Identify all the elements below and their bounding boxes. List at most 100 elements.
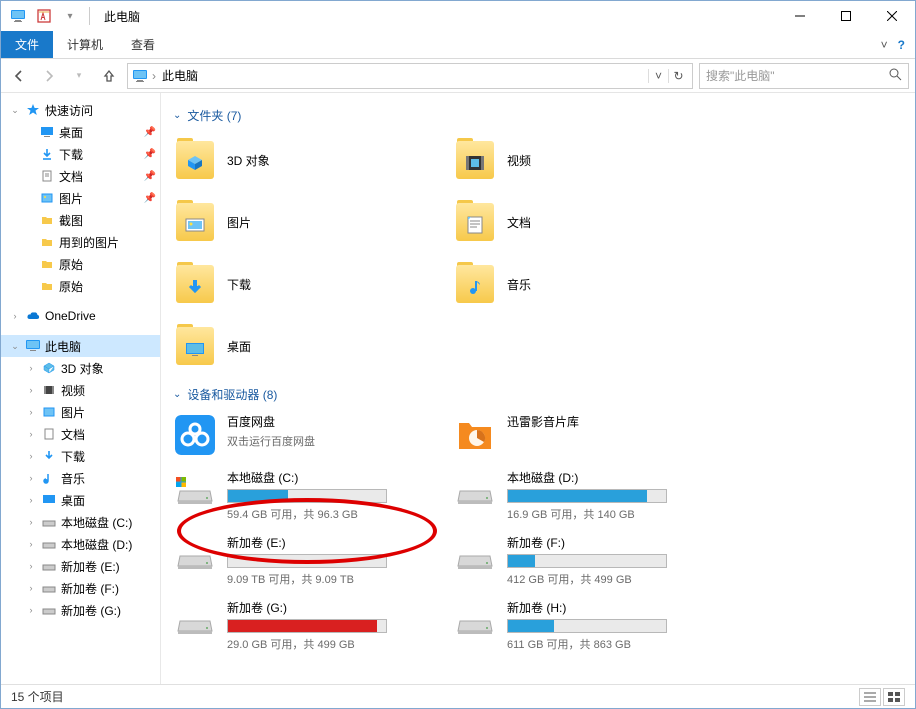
folder-item[interactable]: 3D 对象 [173, 134, 433, 186]
folder-icon [173, 138, 217, 182]
drive-free-text: 611 GB 可用，共 863 GB [507, 636, 667, 652]
drive-free-text: 29.0 GB 可用，共 499 GB [227, 636, 387, 652]
file-tab[interactable]: 文件 [1, 31, 53, 58]
tree-desktop[interactable]: 桌面📌 [1, 121, 160, 143]
drive-icon [453, 534, 497, 578]
drive-item[interactable]: 新加卷 (F:)412 GB 可用，共 499 GB [453, 534, 713, 587]
help-icon[interactable]: ? [898, 38, 905, 52]
folder-name: 图片 [227, 214, 251, 231]
tree-dls[interactable]: ›下载 [1, 445, 160, 467]
star-icon [25, 102, 41, 118]
tree-this-pc[interactable]: ⌄此电脑 [1, 335, 160, 357]
drive-icon [453, 599, 497, 643]
download-icon [39, 146, 55, 162]
search-icon[interactable] [888, 67, 902, 84]
folder-icon [39, 234, 55, 250]
tree-onedrive[interactable]: › OneDrive [1, 305, 160, 327]
close-button[interactable] [869, 1, 915, 31]
qat-properties-icon[interactable] [33, 5, 55, 27]
drive-item[interactable]: 本地磁盘 (C:)59.4 GB 可用，共 96.3 GB [173, 469, 433, 522]
tree-quick-access[interactable]: ⌄ 快速访问 [1, 99, 160, 121]
folder-item[interactable]: 音乐 [453, 258, 713, 310]
tree-pictures[interactable]: 图片 📌 [1, 187, 160, 209]
capacity-bar [227, 619, 387, 633]
tree-raw2[interactable]: 原始 [1, 275, 160, 297]
tree-label: 图片 [59, 190, 140, 207]
tree-screenshots[interactable]: 截图 [1, 209, 160, 231]
minimize-button[interactable] [777, 1, 823, 31]
tree-drive-c[interactable]: ›本地磁盘 (C:) [1, 511, 160, 533]
tree-label: 桌面 [59, 124, 140, 141]
collapse-icon[interactable]: ⌄ [9, 105, 21, 116]
tree-desk[interactable]: ›桌面 [1, 489, 160, 511]
tree-label: 3D 对象 [61, 360, 156, 377]
app-icon [453, 413, 497, 457]
download-icon [41, 448, 57, 464]
address-dropdown[interactable]: ˅ [648, 69, 668, 83]
folder-item[interactable]: 文档 [453, 196, 713, 248]
folder-icon [453, 200, 497, 244]
address-bar[interactable]: › 此电脑 ˅↻ [127, 63, 693, 89]
group-folders[interactable]: ⌄ 文件夹 (7) [173, 107, 903, 124]
drive-name: 本地磁盘 (C:) [227, 469, 387, 486]
app-item[interactable]: 迅雷影音片库 [453, 413, 713, 457]
tree-drive-f[interactable]: ›新加卷 (F:) [1, 577, 160, 599]
tree-drive-g[interactable]: ›新加卷 (G:) [1, 599, 160, 621]
tree-drive-e[interactable]: ›新加卷 (E:) [1, 555, 160, 577]
computer-tab[interactable]: 计算机 [53, 31, 117, 58]
tree-drive-d[interactable]: ›本地磁盘 (D:) [1, 533, 160, 555]
expand-icon[interactable]: › [9, 311, 21, 321]
breadcrumb[interactable]: 此电脑 [160, 65, 200, 86]
tree-video[interactable]: ›视频 [1, 379, 160, 401]
folders-grid: 3D 对象视频图片 文档下载 音乐桌面 [173, 134, 903, 372]
app-item[interactable]: 百度网盘双击运行百度网盘 [173, 413, 433, 457]
tree-label: OneDrive [45, 309, 156, 323]
app-icon [173, 413, 217, 457]
drive-item[interactable]: 本地磁盘 (D:)16.9 GB 可用，共 140 GB [453, 469, 713, 522]
ribbon: 文件 计算机 查看 ˅ ? [1, 31, 915, 59]
capacity-bar [507, 489, 667, 503]
breadcrumb-sep[interactable]: › [152, 69, 156, 83]
maximize-button[interactable] [823, 1, 869, 31]
folder-item[interactable]: 下载 [173, 258, 433, 310]
picture-icon [39, 190, 55, 206]
status-item-count: 15 个项目 [11, 688, 64, 705]
drive-item[interactable]: 新加卷 (E:)9.09 TB 可用，共 9.09 TB [173, 534, 433, 587]
ribbon-expand-icon[interactable]: ˅ [881, 38, 888, 52]
tree-docs[interactable]: ›文档 [1, 423, 160, 445]
document-icon [41, 426, 57, 442]
view-details-button[interactable] [859, 688, 881, 706]
drive-icon [173, 599, 217, 643]
tree-music[interactable]: ›音乐 [1, 467, 160, 489]
folder-name: 桌面 [227, 338, 251, 355]
forward-button[interactable] [37, 64, 61, 88]
folder-item[interactable]: 图片 [173, 196, 433, 248]
recent-dropdown[interactable]: ▾ [67, 64, 91, 88]
tree-raw1[interactable]: 原始 [1, 253, 160, 275]
drive-item[interactable]: 新加卷 (G:)29.0 GB 可用，共 499 GB [173, 599, 433, 652]
folder-item[interactable]: 视频 [453, 134, 713, 186]
tree-3d[interactable]: ›3D 对象 [1, 357, 160, 379]
refresh-button[interactable]: ↻ [668, 69, 688, 83]
group-drives[interactable]: ⌄ 设备和驱动器 (8) [173, 386, 903, 403]
tree-label: 新加卷 (E:) [61, 558, 156, 575]
view-tab[interactable]: 查看 [117, 31, 169, 58]
back-button[interactable] [7, 64, 31, 88]
tree-pics[interactable]: ›图片 [1, 401, 160, 423]
collapse-icon[interactable]: ⌄ [173, 110, 181, 121]
cloud-icon [25, 308, 41, 324]
folder-name: 下载 [227, 276, 251, 293]
view-icons-button[interactable] [883, 688, 905, 706]
search-input[interactable]: 搜索"此电脑" [699, 63, 909, 89]
folder-item[interactable]: 桌面 [173, 320, 433, 372]
tree-downloads[interactable]: 下载📌 [1, 143, 160, 165]
up-button[interactable] [97, 64, 121, 88]
collapse-icon[interactable]: ⌄ [173, 389, 181, 400]
tree-documents[interactable]: 文档📌 [1, 165, 160, 187]
drive-item[interactable]: 新加卷 (H:)611 GB 可用，共 863 GB [453, 599, 713, 652]
qat-dropdown-icon[interactable]: ▾ [59, 5, 81, 27]
pin-icon: 📌 [144, 193, 156, 204]
tree-used-pictures[interactable]: 用到的图片 [1, 231, 160, 253]
collapse-icon[interactable]: ⌄ [9, 341, 21, 352]
drive-name: 本地磁盘 (D:) [507, 469, 667, 486]
